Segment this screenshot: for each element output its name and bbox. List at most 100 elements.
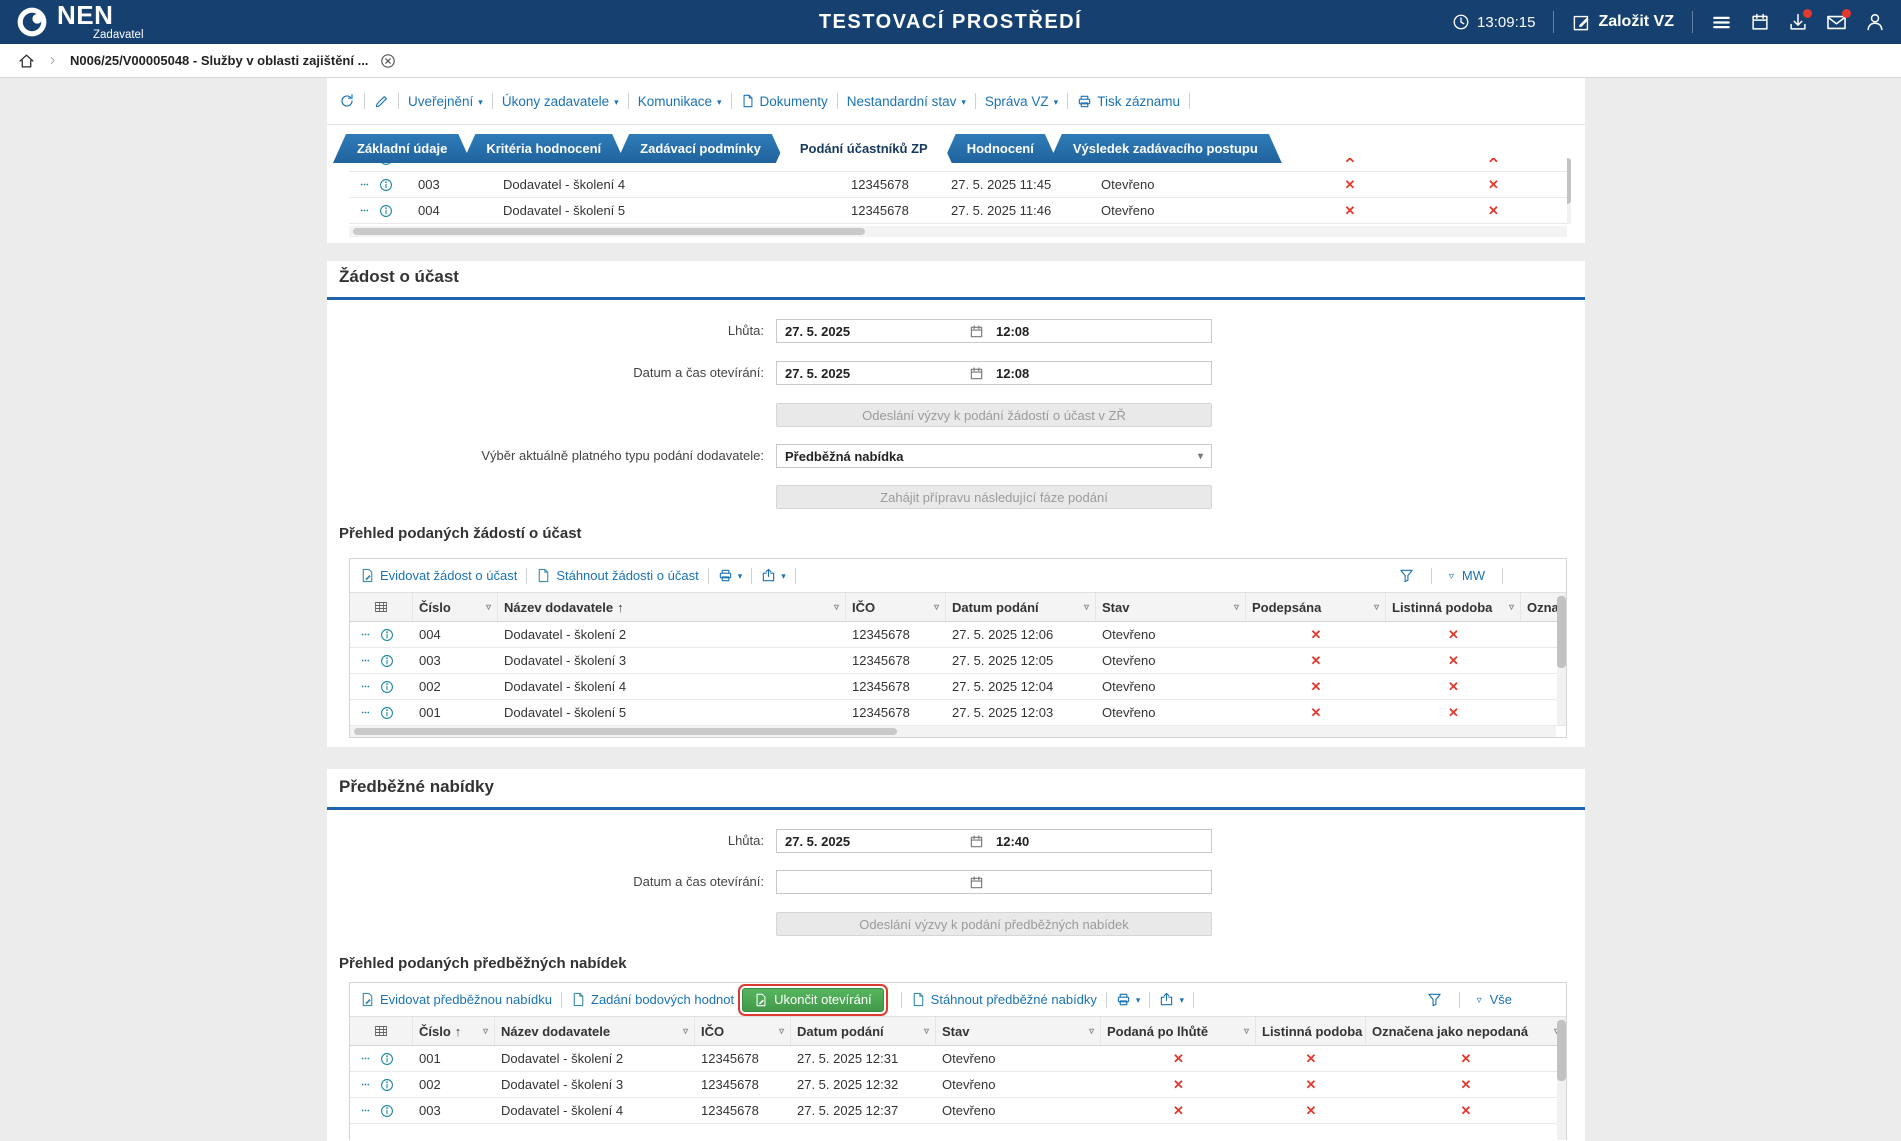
close-record-button[interactable] [380, 53, 396, 69]
tab[interactable]: Hodnocení [943, 134, 1058, 163]
column-header[interactable]: Označena jako nepodaná ▿ [1366, 1017, 1566, 1045]
calendar-icon[interactable] [969, 366, 984, 381]
info-icon[interactable] [380, 628, 394, 642]
evidovat-zadost-button[interactable]: Evidovat žádost o účast [360, 568, 517, 583]
filter-button[interactable] [1427, 992, 1442, 1007]
create-vz-button[interactable]: Založit VZ [1572, 13, 1674, 32]
calendar-button[interactable] [1750, 12, 1770, 32]
submission-type-select[interactable]: Předběžná nabídka ▾ [776, 444, 1212, 468]
print-table-button[interactable]: ▾ [1116, 992, 1141, 1007]
downloads-button[interactable] [1788, 12, 1808, 32]
print-table-button[interactable]: ▾ [718, 568, 743, 583]
pencil-icon [374, 94, 389, 109]
column-header[interactable]: Datum podání ▿ [791, 1017, 936, 1045]
calendar-icon[interactable] [969, 875, 984, 890]
info-icon[interactable] [380, 1078, 394, 1092]
zadani-bodovych-hodnot-button[interactable]: Zadání bodových hodnot [571, 992, 734, 1007]
horizontal-scrollbar[interactable] [350, 726, 1556, 737]
send-invitation-button[interactable]: Odeslání výzvy k podání žádostí o účast … [776, 403, 1212, 427]
column-header[interactable]: IČO ▿ [846, 593, 946, 621]
info-icon[interactable] [379, 178, 393, 192]
vertical-scrollbar[interactable] [1557, 594, 1566, 725]
view-selector[interactable]: MW [1462, 568, 1485, 583]
row-actions-icon[interactable] [358, 708, 373, 717]
select-all-header[interactable] [350, 593, 413, 621]
row-actions-icon[interactable] [357, 206, 372, 215]
select-all-header[interactable] [350, 1017, 413, 1045]
divider [1067, 93, 1068, 109]
opening-datetime-field[interactable]: 27. 5. 2025 12:08 [776, 361, 1212, 385]
export-table-button[interactable]: ▾ [761, 568, 786, 583]
back-button[interactable] [339, 93, 355, 109]
column-header[interactable]: Stav ▿ [936, 1017, 1101, 1045]
menu-komunikace[interactable]: Komunikace▾ [638, 94, 722, 109]
column-header[interactable]: Číslo ▿ [413, 593, 498, 621]
menu-button[interactable] [1711, 12, 1732, 33]
menu-tisk-zaznamu[interactable]: Tisk záznamu [1077, 94, 1180, 109]
cross-icon: ✕ [1101, 1051, 1256, 1067]
messages-button[interactable] [1826, 12, 1847, 33]
export-table-button[interactable]: ▾ [1159, 992, 1184, 1007]
tab[interactable]: Základní údaje [333, 134, 471, 163]
scrollbar-thumb[interactable] [1557, 1020, 1566, 1081]
row-actions-icon[interactable] [358, 656, 373, 665]
info-icon[interactable] [380, 706, 394, 720]
tab[interactable]: Podání účastníků ZP [776, 134, 952, 163]
home-button[interactable] [18, 52, 35, 69]
row-actions-icon[interactable] [358, 1106, 373, 1115]
tab[interactable]: Zadávací podmínky [616, 134, 785, 163]
column-header[interactable]: Stav ▿ [1096, 593, 1246, 621]
info-icon[interactable] [380, 1104, 394, 1118]
start-next-phase-button[interactable]: Zahájit přípravu následující fáze podání [776, 485, 1212, 509]
row-actions-icon[interactable] [357, 180, 372, 189]
calendar-icon[interactable] [969, 834, 984, 849]
edit-button[interactable] [374, 94, 389, 109]
column-header[interactable]: IČO ▿ [695, 1017, 791, 1045]
menu-ukony-zadavatele[interactable]: Úkony zadavatele▾ [502, 94, 619, 109]
tab[interactable]: Výsledek zadávacího postupu [1049, 134, 1282, 163]
column-header[interactable]: Listinná podoba ▿ [1256, 1017, 1366, 1045]
scrollbar-thumb[interactable] [353, 228, 865, 235]
column-header[interactable]: Název dodavatele ↑ ▿ [498, 593, 846, 621]
horizontal-scrollbar[interactable] [349, 226, 1567, 237]
column-header[interactable]: Datum podání ▿ [946, 593, 1096, 621]
row-actions-icon[interactable] [358, 1054, 373, 1063]
column-header[interactable]: Podepsána ▿ [1246, 593, 1386, 621]
stahnout-zadosti-button[interactable]: Stáhnout žádosti o účast [536, 568, 698, 583]
row-actions-icon[interactable] [358, 682, 373, 691]
view-selector[interactable]: Vše [1490, 992, 1512, 1007]
stahnout-nabidky-button[interactable]: Stáhnout předběžné nabídky [911, 992, 1097, 1007]
menu-uverejneni[interactable]: Uveřejnění▾ [408, 94, 483, 109]
home-icon [18, 52, 35, 69]
breadcrumb-item[interactable]: N006/25/V00005048 - Služby v oblasti zaj… [70, 53, 368, 68]
send-invitation-button[interactable]: Odeslání výzvy k podání předběžných nabí… [776, 912, 1212, 936]
menu-nestandardni-stav[interactable]: Nestandardní stav▾ [847, 94, 966, 109]
column-header[interactable]: Název dodavatele ▿ [495, 1017, 695, 1045]
column-header[interactable]: Podaná po lhůtě ▿ [1101, 1017, 1256, 1045]
filter-button[interactable] [1399, 568, 1414, 583]
deadline-datetime-field[interactable]: 27. 5. 2025 12:40 [776, 829, 1212, 853]
calendar-icon[interactable] [969, 324, 984, 339]
info-icon[interactable] [379, 204, 393, 218]
menu-sprava-vz[interactable]: Správa VZ▾ [985, 94, 1058, 109]
scrollbar-thumb[interactable] [354, 728, 897, 735]
profile-button[interactable] [1865, 12, 1885, 32]
opening-datetime-field[interactable] [776, 870, 1212, 894]
vertical-scrollbar[interactable] [1557, 1018, 1566, 1140]
deadline-datetime-field[interactable]: 27. 5. 2025 12:08 [776, 319, 1212, 343]
ukoncit-otevirani-button[interactable]: Ukončit otevírání [742, 988, 884, 1012]
scrollbar-thumb[interactable] [1557, 596, 1566, 668]
info-icon[interactable] [380, 1052, 394, 1066]
info-icon[interactable] [380, 680, 394, 694]
info-icon[interactable] [380, 654, 394, 668]
column-header[interactable]: Listinná podoba ▿ [1386, 593, 1521, 621]
nen-brand[interactable]: NEN Zadavatel [16, 2, 144, 42]
tab[interactable]: Kritéria hodnocení [462, 134, 625, 163]
menu-dokumenty[interactable]: Dokumenty [741, 94, 828, 109]
divider [398, 93, 399, 109]
evidovat-nabidku-button[interactable]: Evidovat předběžnou nabídku [360, 992, 552, 1007]
row-actions-icon[interactable] [358, 1080, 373, 1089]
column-header[interactable]: Číslo ↑ ▿ [413, 1017, 495, 1045]
top-bar: NEN Zadavatel TESTOVACÍ PROSTŘEDÍ 13:09:… [0, 0, 1901, 44]
row-actions-icon[interactable] [358, 630, 373, 639]
